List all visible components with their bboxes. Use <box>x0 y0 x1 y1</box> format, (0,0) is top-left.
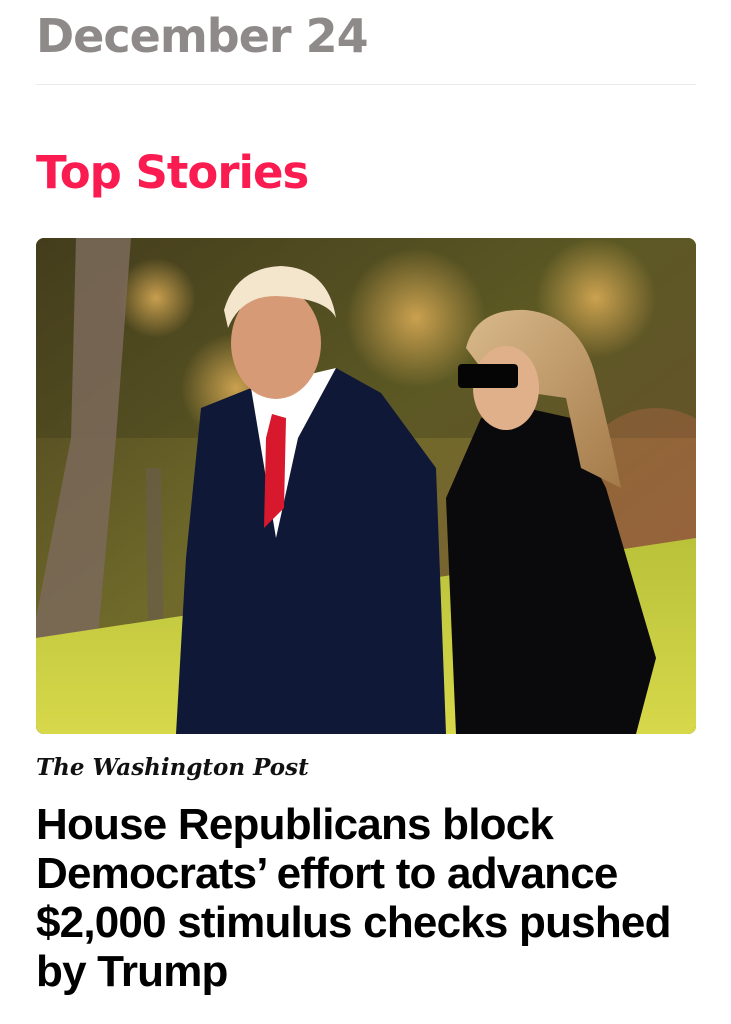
section-title-top-stories[interactable]: Top Stories <box>36 142 309 204</box>
story-headline[interactable]: House Republicans block Democrats’ effor… <box>36 800 676 996</box>
source-logo: The Washington Post <box>36 754 309 781</box>
top-story-card[interactable]: The Washington Post House Republicans bl… <box>36 238 696 1018</box>
date-heading: December 24 <box>36 9 369 63</box>
header-divider <box>36 84 696 85</box>
story-image[interactable] <box>36 238 696 734</box>
